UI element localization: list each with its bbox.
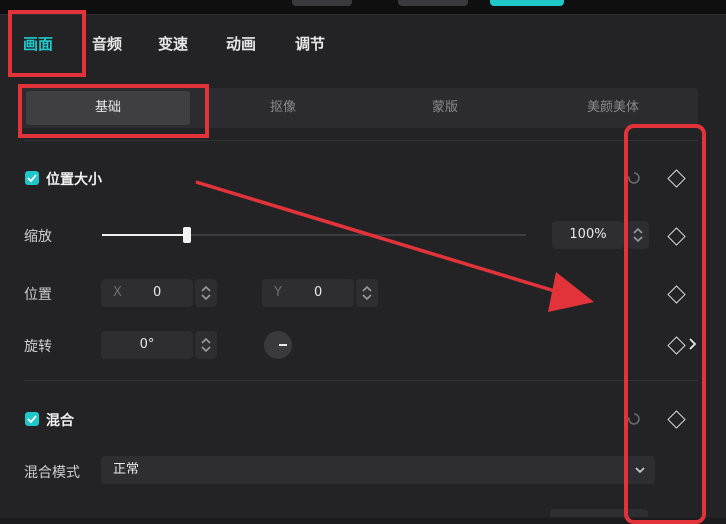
annotation-arrow bbox=[195, 180, 594, 312]
